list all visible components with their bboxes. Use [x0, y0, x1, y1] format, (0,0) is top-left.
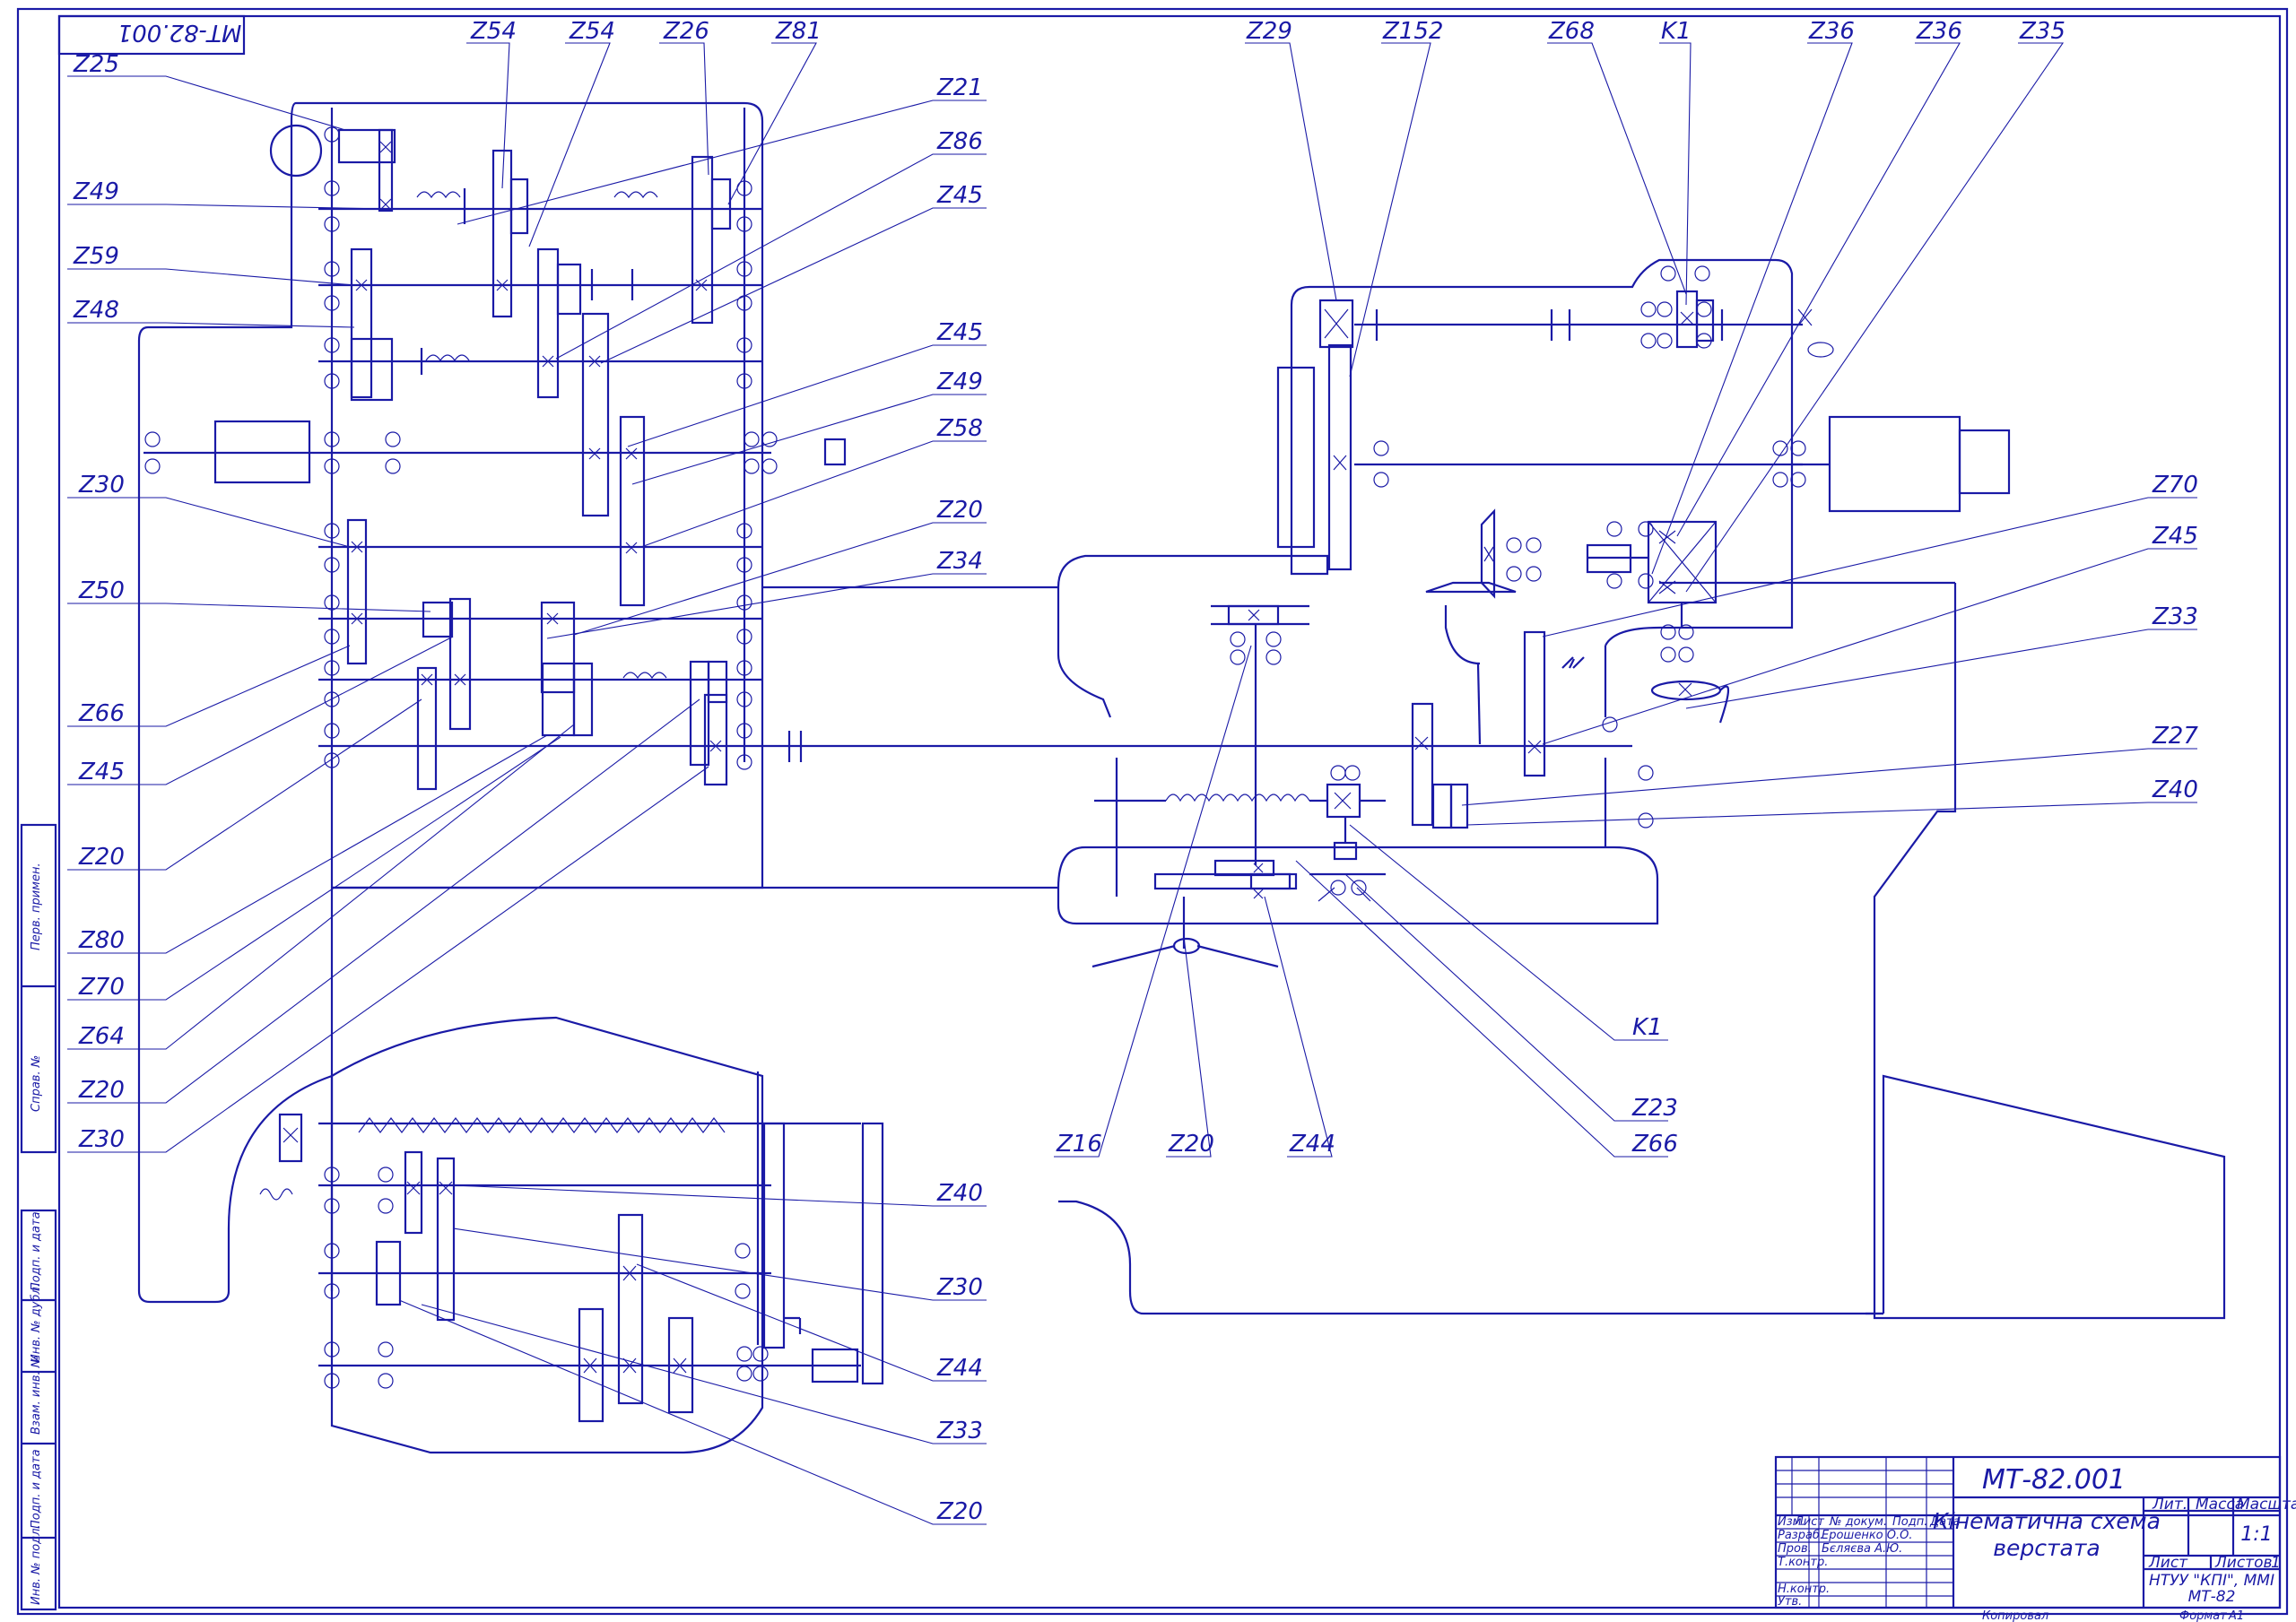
label-rside-3: Z27: [2152, 723, 2198, 750]
label-rside-0: Z70: [2152, 472, 2198, 499]
title-designation: МТ-82.001: [1982, 1464, 2126, 1496]
label-left-7: Z45: [78, 759, 125, 785]
label-top-0: Z54: [470, 18, 517, 45]
side-strip-lower-3: Подп. и дата: [30, 1449, 43, 1529]
label-left-1: Z49: [73, 178, 119, 205]
label-mid-7: Z34: [936, 548, 983, 575]
org-line-1: НТУУ "КПІ", ММІ: [2149, 1572, 2274, 1590]
label-left-11: Z64: [78, 1023, 125, 1050]
label-rbot-1: Z23: [1631, 1095, 1678, 1122]
format-value: А1: [2228, 1609, 2244, 1622]
label-left-5: Z50: [78, 577, 125, 604]
header-sign: Подп.: [1892, 1515, 1927, 1529]
sheets-label: Листов: [2214, 1554, 2273, 1572]
label-left-10: Z70: [78, 974, 125, 1001]
label-left-6: Z66: [78, 700, 125, 727]
gearbox-housing-lower: [259, 1016, 884, 1454]
rotated-code: МТ-82.001: [117, 19, 242, 46]
label-lower-4: Z20: [936, 1498, 983, 1525]
label-rtop-6: Z35: [2019, 18, 2066, 45]
label-rtop-3: K1: [1661, 18, 1692, 45]
label-left-3: Z48: [73, 297, 119, 324]
label-mid-4: Z49: [936, 369, 983, 395]
label-rtop-1: Z152: [1382, 18, 1443, 45]
label-left-2: Z59: [73, 243, 119, 270]
scale-label: Масштаб: [2237, 1496, 2296, 1514]
gear-labels-right-bottom: K1 Z23 Z66 Z16 Z20 Z44: [1056, 1014, 1678, 1158]
label-mid-5: Z58: [936, 415, 983, 442]
rotated-code-box: МТ-82.001: [57, 14, 246, 56]
label-rtop-2: Z68: [1548, 18, 1595, 45]
gear-labels-lower-box: Z40 Z30 Z44 Z33 Z20: [936, 1180, 983, 1525]
label-top-3: Z81: [775, 18, 822, 45]
copied-label: Копировал: [1982, 1609, 2048, 1622]
label-top-1: Z54: [569, 18, 615, 45]
label-mid-2: Z45: [936, 182, 983, 209]
gear-labels-mid-right: Z21 Z86 Z45 Z45 Z49 Z58 Z20 Z34: [936, 74, 983, 575]
label-rside-2: Z33: [2152, 603, 2198, 630]
label-left-12: Z20: [78, 1077, 125, 1104]
gear-labels-right-top: Z29 Z152 Z68 K1 Z36 Z36 Z35: [1246, 18, 2066, 45]
label-lower-0: Z40: [936, 1180, 983, 1207]
format-label: Формат: [2179, 1609, 2227, 1622]
role-norm-control: Н.контр.: [1778, 1583, 1830, 1596]
label-rtop-4: Z36: [1808, 18, 1855, 45]
spindle-head-housing: [1057, 258, 2226, 1320]
side-strip-lower-1: Инв. № дубл.: [30, 1283, 43, 1363]
role-checked: Пров.: [1778, 1542, 1812, 1556]
header-list: Лист: [1794, 1515, 1824, 1529]
side-strip-upper-1: Справ. №: [30, 1055, 43, 1112]
label-rside-4: Z40: [2152, 776, 2198, 803]
header-date: Дата: [1929, 1515, 1961, 1529]
side-strip: Перв. примен. Справ. № Подп. и дата Инв.…: [20, 823, 57, 1611]
gear-labels-right-side: Z70 Z45 Z33 Z27 Z40: [2152, 472, 2198, 803]
side-strip-lower-4: Инв. № подл.: [30, 1524, 43, 1605]
label-left-13: Z30: [78, 1126, 125, 1153]
label-mid-0: Z21: [936, 74, 983, 101]
role-tech-control: Т.контр.: [1778, 1556, 1828, 1569]
label-rtop-5: Z36: [1916, 18, 1962, 45]
label-mid-6: Z20: [936, 497, 983, 524]
label-left-4: Z30: [78, 472, 125, 499]
label-left-0: Z25: [73, 51, 119, 78]
left-shaft-system: [144, 108, 1632, 1291]
label-lower-1: Z30: [936, 1274, 983, 1301]
sheets-value: 1: [2271, 1554, 2281, 1572]
label-rbot-4: Z20: [1168, 1131, 1214, 1158]
title-line-2: верстата: [1993, 1535, 2100, 1561]
gear-labels-left: Z25 Z49 Z59 Z48 Z30 Z50 Z66 Z45 Z20 Z80 …: [73, 51, 125, 1153]
side-strip-upper-0: Перв. примен.: [30, 863, 43, 950]
side-strip-lower-0: Подп. и дата: [30, 1211, 43, 1291]
label-rbot-2: Z66: [1631, 1131, 1678, 1158]
label-left-8: Z20: [78, 844, 125, 871]
name-developer: Ерошенко О.О.: [1822, 1529, 1912, 1542]
motor-pulley: [269, 124, 323, 178]
label-mid-1: Z86: [936, 128, 983, 155]
side-strip-lower-2: Взам. инв. №: [30, 1356, 43, 1435]
role-approved: Утв.: [1778, 1595, 1802, 1609]
role-developer: Разраб.: [1778, 1529, 1823, 1542]
org-line-2: МТ-82: [2188, 1588, 2236, 1606]
label-left-9: Z80: [78, 927, 125, 954]
label-rbot-0: K1: [1632, 1014, 1663, 1041]
label-rbot-5: Z44: [1289, 1131, 1335, 1158]
label-rbot-3: Z16: [1056, 1131, 1102, 1158]
kinematic-scheme-drawing: МТ-82.001 Перв. примен. Справ. № Подп. и…: [16, 7, 2296, 1622]
name-checker: Бєляєва А.Ю.: [1822, 1542, 1902, 1556]
header-docnum: № докум.: [1829, 1515, 1887, 1529]
lit-label: Лит.: [2152, 1496, 2187, 1514]
label-rside-1: Z45: [2152, 523, 2198, 550]
label-mid-3: Z45: [936, 319, 983, 346]
title-line-1: Кінематична схема: [1933, 1508, 2161, 1534]
title-block: МТ-82.001 Кінематична схема верстата Изм…: [1774, 1455, 2296, 1622]
label-rtop-0: Z29: [1246, 18, 1292, 45]
sheet-label: Лист: [2148, 1554, 2188, 1572]
gearbox-housing-left: [137, 101, 1058, 1304]
label-top-2: Z26: [663, 18, 709, 45]
leader-lines: [67, 42, 2197, 1525]
label-lower-2: Z44: [936, 1355, 983, 1382]
gear-labels-top-row: Z54 Z54 Z26 Z81: [470, 18, 822, 45]
scale-value: 1:1: [2240, 1523, 2272, 1546]
label-lower-3: Z33: [936, 1418, 983, 1444]
